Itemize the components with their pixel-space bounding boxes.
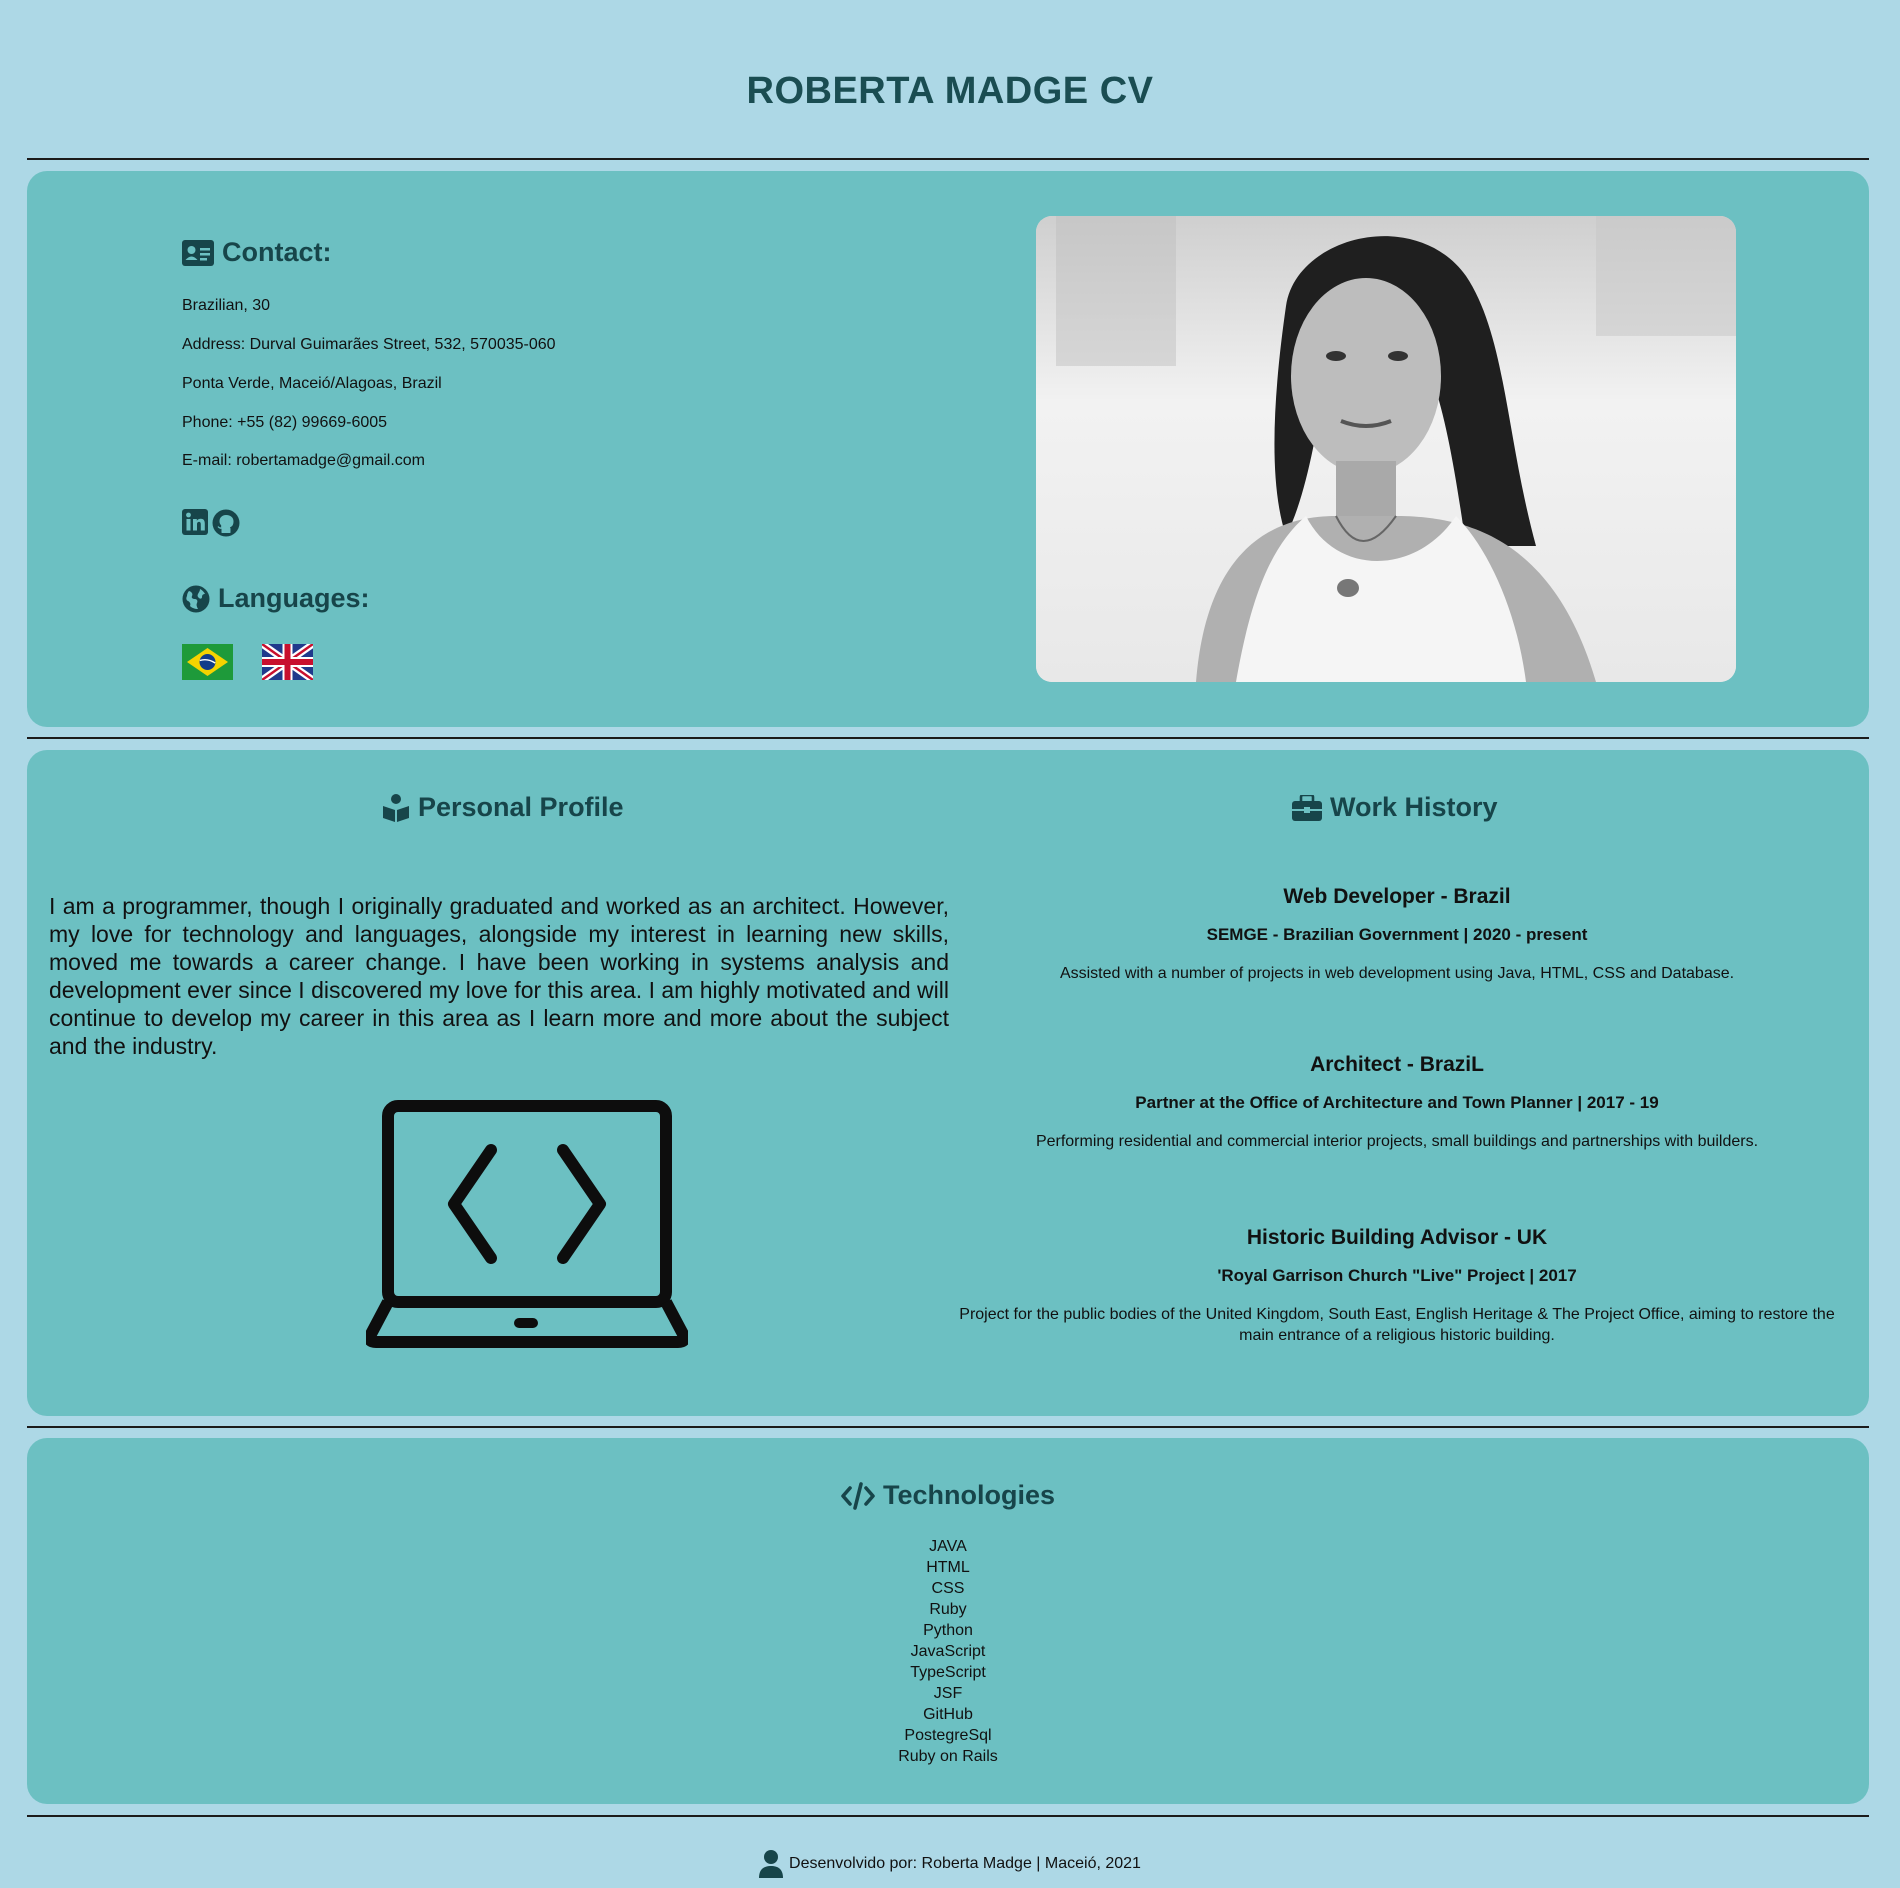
- city-text: Ponta Verde, Maceió/Alagoas, Brazil: [182, 375, 442, 392]
- work-history-heading-label: Work History: [1330, 792, 1498, 822]
- globe-icon: [182, 585, 210, 612]
- id-card-icon: [182, 239, 214, 266]
- list-item: GitHub: [923, 1706, 973, 1723]
- job-title: Web Developer - Brazil: [1283, 885, 1511, 908]
- profile-text: I am a programmer, though I originally g…: [49, 893, 949, 1059]
- work-history-heading: Work History: [1292, 792, 1498, 823]
- contact-heading: Contact:: [182, 237, 332, 268]
- list-item: Ruby: [929, 1601, 967, 1618]
- languages-heading: Languages:: [182, 583, 370, 614]
- personal-profile-heading-label: Personal Profile: [418, 792, 624, 822]
- cv-page: ROBERTA MADGE CV Contact: Brazilian, 30 …: [0, 0, 1900, 1888]
- uk-flag: [262, 644, 313, 680]
- github-icon[interactable]: [212, 509, 240, 537]
- code-icon: [841, 1481, 875, 1510]
- email-text: E-mail: robertamadge@gmail.com: [182, 452, 425, 469]
- technologies-heading: Technologies: [27, 1480, 1869, 1511]
- list-item: PostegreSql: [904, 1727, 992, 1744]
- contact-heading-label: Contact:: [222, 237, 332, 267]
- laptop-code-icon: [366, 1100, 688, 1348]
- phone-text: Phone: +55 (82) 99669-6005: [182, 414, 388, 431]
- job-entry: Web Developer - Brazil SEMGE - Brazilian…: [947, 885, 1847, 984]
- job-description: Project for the public bodies of the Uni…: [959, 1306, 1835, 1344]
- list-item: Python: [923, 1622, 973, 1639]
- divider: [27, 1815, 1869, 1817]
- contact-panel: Contact: Brazilian, 30 Address: Durval G…: [27, 171, 1869, 727]
- nationality-text: Brazilian, 30: [182, 297, 271, 314]
- list-item: CSS: [931, 1580, 965, 1597]
- personal-profile-heading: Personal Profile: [382, 792, 624, 823]
- job-company: SEMGE - Brazilian Government | 2020 - pr…: [1206, 925, 1588, 944]
- list-item: JavaScript: [910, 1643, 986, 1660]
- job-entry: Architect - BraziL Partner at the Office…: [947, 1053, 1847, 1152]
- divider: [27, 737, 1869, 739]
- job-description: Assisted with a number of projects in we…: [1059, 965, 1735, 982]
- footer: Desenvolvido por: Roberta Madge | Maceió…: [0, 1850, 1900, 1878]
- job-title: Architect - BraziL: [1310, 1053, 1484, 1076]
- job-title: Historic Building Advisor - UK: [1246, 1226, 1548, 1249]
- job-description: Performing residential and commercial in…: [1035, 1133, 1759, 1150]
- profile-work-panel: Personal Profile I am a programmer, thou…: [27, 750, 1869, 1416]
- book-reader-icon: [383, 793, 409, 822]
- technologies-heading-label: Technologies: [882, 1480, 1056, 1510]
- footer-text: Desenvolvido por: Roberta Madge | Maceió…: [789, 1855, 1141, 1872]
- list-item: HTML: [926, 1559, 970, 1576]
- list-item: Ruby on Rails: [898, 1748, 998, 1765]
- user-icon: [759, 1850, 784, 1878]
- briefcase-icon: [1292, 794, 1322, 821]
- divider: [27, 158, 1869, 160]
- languages-heading-label: Languages:: [218, 583, 370, 613]
- job-company: Partner at the Office of Architecture an…: [1135, 1093, 1659, 1112]
- brazil-flag: [182, 644, 233, 680]
- technologies-list: JAVA HTML CSS Ruby Python JavaScript Typ…: [27, 1536, 1869, 1767]
- divider: [27, 1426, 1869, 1428]
- job-company: 'Royal Garrison Church "Live" Project | …: [1217, 1266, 1577, 1285]
- list-item: JAVA: [929, 1538, 967, 1555]
- linkedin-icon[interactable]: [182, 509, 208, 535]
- technologies-panel: Technologies JAVA HTML CSS Ruby Python J…: [27, 1438, 1869, 1804]
- social-links: [182, 509, 240, 542]
- job-entry: Historic Building Advisor - UK 'Royal Ga…: [947, 1226, 1847, 1346]
- address-text: Address: Durval Guimarães Street, 532, 5…: [182, 336, 556, 353]
- list-item: JSF: [933, 1685, 963, 1702]
- linkedin-link[interactable]: [182, 509, 208, 542]
- list-item: TypeScript: [910, 1664, 986, 1681]
- github-link[interactable]: [212, 509, 240, 542]
- page-title: ROBERTA MADGE CV: [746, 70, 1154, 112]
- profile-photo: [1036, 216, 1736, 682]
